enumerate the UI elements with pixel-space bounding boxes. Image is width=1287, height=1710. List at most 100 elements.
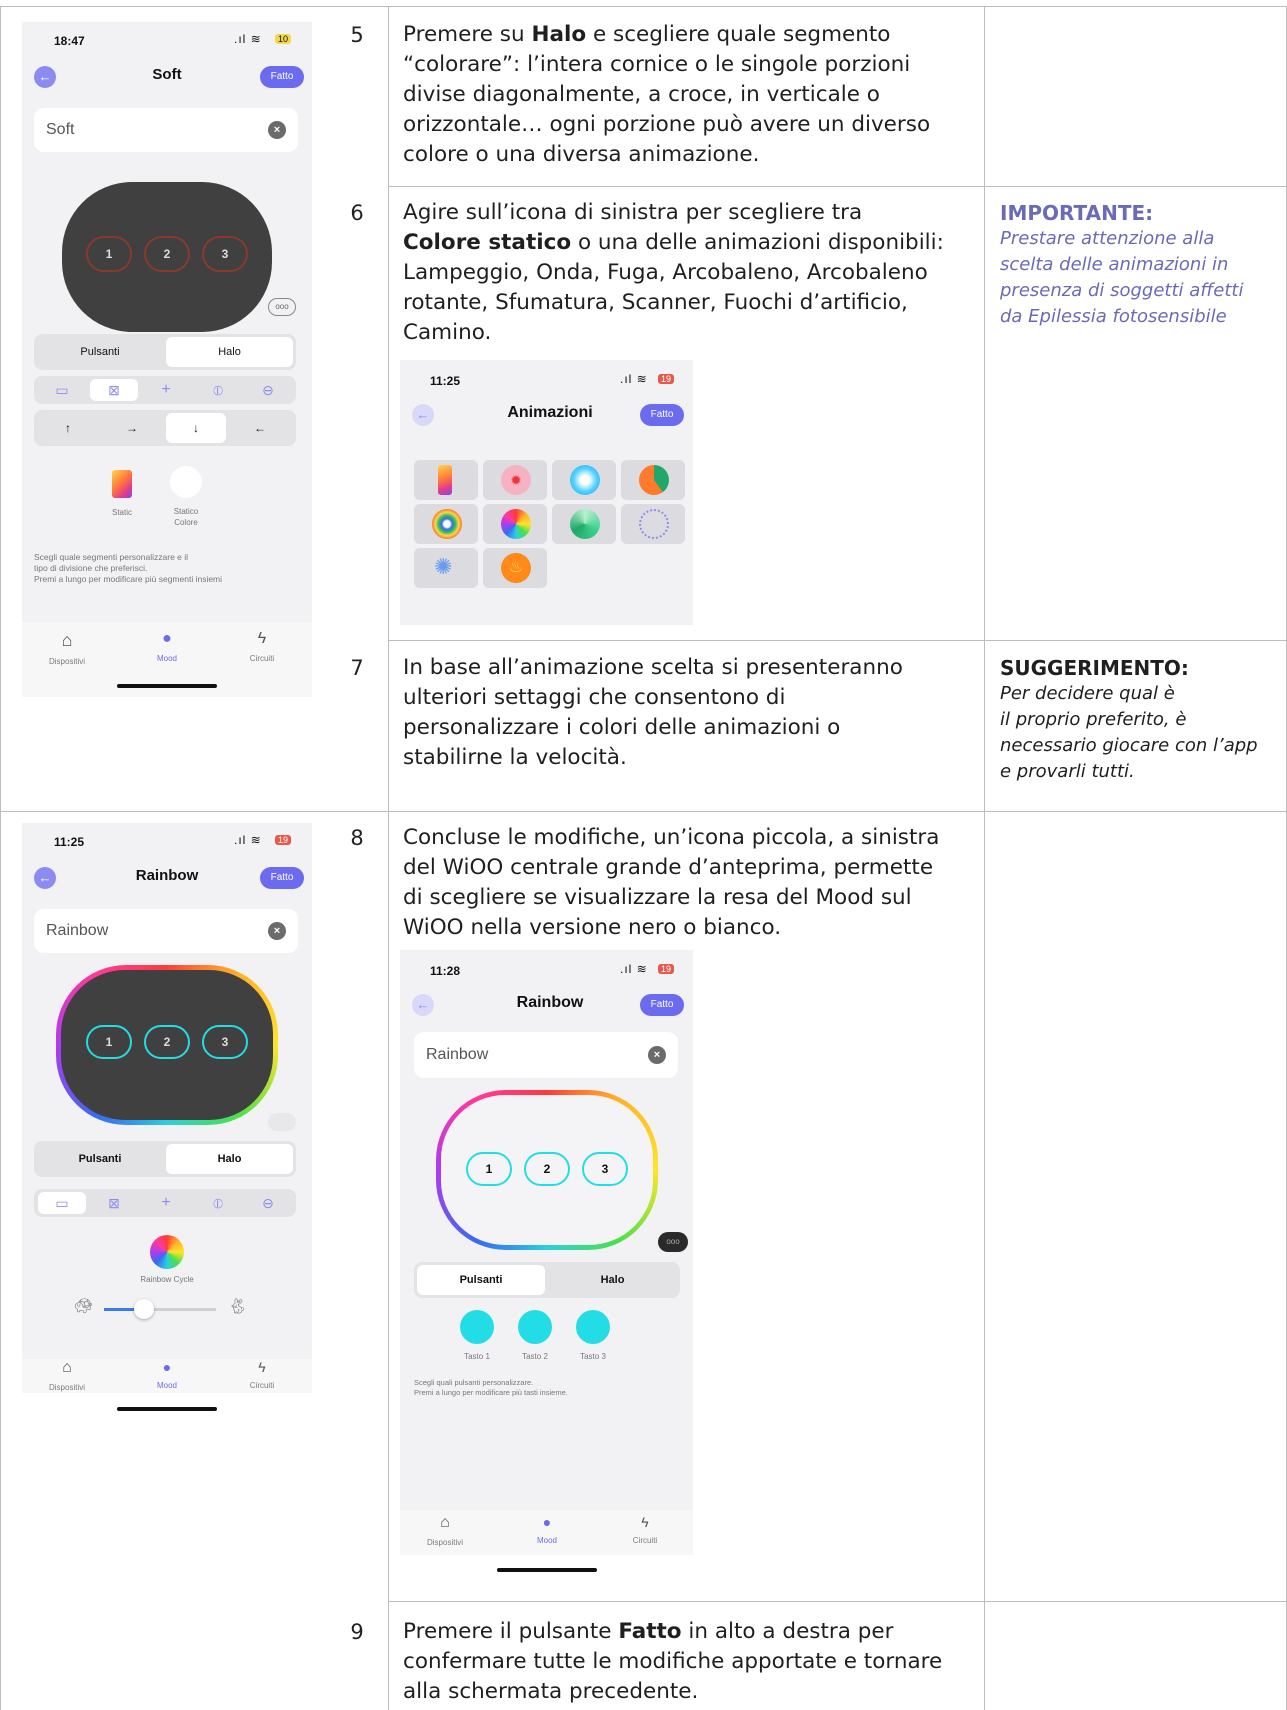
chase-icon: [639, 465, 669, 495]
tab-bar: ⌂ Dispositivi ● Mood ϟ Circuiti: [22, 622, 312, 697]
tab-halo[interactable]: Halo: [548, 1265, 677, 1295]
tab-mood[interactable]: ● Mood: [512, 1514, 582, 1548]
preview-toggle-icon[interactable]: ooo: [658, 1232, 688, 1252]
division-diagonal-icon[interactable]: ⊠: [90, 379, 138, 401]
division-vertical-icon[interactable]: ⦶: [194, 379, 242, 401]
device-button-3[interactable]: 3: [202, 1025, 248, 1059]
division-cross-icon[interactable]: +: [142, 1192, 190, 1214]
division-full-icon[interactable]: ▭: [38, 1192, 86, 1214]
step-number: 6: [350, 201, 364, 225]
device-button-1[interactable]: 1: [466, 1152, 512, 1186]
text-line: personalizzare i colori delle animazioni…: [403, 715, 841, 740]
fire-icon: ♨: [501, 553, 531, 583]
done-button[interactable]: Fatto: [640, 404, 684, 426]
preview-toggle-icon[interactable]: ooo: [268, 298, 296, 316]
arrow-up-icon[interactable]: ↑: [38, 413, 98, 443]
device-button-1[interactable]: 1: [86, 236, 132, 272]
division-horizontal-icon[interactable]: ⊖: [244, 379, 292, 401]
anim-scanner[interactable]: [621, 504, 685, 544]
tab-dispositivi[interactable]: ⌂ Dispositivi: [32, 1359, 102, 1393]
done-button[interactable]: Fatto: [260, 66, 304, 88]
tab-pulsanti[interactable]: Pulsanti: [37, 1144, 163, 1174]
anim-fuochi[interactable]: ✺: [414, 548, 478, 588]
anim-sfumatura[interactable]: [552, 504, 616, 544]
tab-dispositivi[interactable]: ⌂ Dispositivi: [32, 630, 102, 669]
anim-arcobaleno-rotante[interactable]: [483, 504, 547, 544]
rainbow-wheel-icon[interactable]: [150, 1235, 184, 1269]
note-title: SUGGERIMENTO:: [1000, 656, 1189, 680]
device-button-2[interactable]: 2: [144, 236, 190, 272]
clear-icon[interactable]: ×: [268, 121, 286, 139]
preview-toggle-icon[interactable]: [268, 1113, 296, 1131]
tab-halo[interactable]: Halo: [166, 1144, 293, 1174]
division-horizontal-icon[interactable]: ⊖: [244, 1192, 292, 1214]
tab-circuiti[interactable]: ϟ Circuiti: [610, 1514, 680, 1548]
static-palette-icon[interactable]: [112, 470, 132, 498]
done-button[interactable]: Fatto: [260, 867, 304, 889]
mood-name-field[interactable]: Rainbow ×: [414, 1032, 678, 1078]
back-button[interactable]: ←: [412, 994, 434, 1016]
tab-mood[interactable]: ● Mood: [132, 630, 202, 666]
tab-label: Dispositivi: [426, 1538, 463, 1547]
option-static-color-label: Statico Colore: [173, 507, 199, 527]
tab-circuiti[interactable]: ϟ Circuiti: [227, 630, 297, 666]
division-vertical-icon[interactable]: ⦶: [194, 1192, 242, 1214]
clear-icon[interactable]: ×: [268, 922, 286, 940]
anim-fuga[interactable]: [621, 460, 685, 500]
step-number: 9: [350, 1620, 364, 1644]
done-button[interactable]: Fatto: [640, 994, 684, 1016]
tab-dispositivi[interactable]: ⌂ Dispositivi: [410, 1514, 480, 1550]
tab-mood[interactable]: ● Mood: [132, 1359, 202, 1393]
tab-circuiti[interactable]: ϟ Circuiti: [227, 1359, 297, 1393]
static-color-swatch[interactable]: [170, 466, 202, 498]
status-time: 18:47: [54, 34, 85, 48]
mood-name-field[interactable]: Soft ×: [34, 108, 298, 152]
clear-icon[interactable]: ×: [648, 1046, 666, 1064]
key-2-color[interactable]: [518, 1310, 552, 1344]
division-diagonal-icon[interactable]: ⊠: [90, 1192, 138, 1214]
back-button[interactable]: ←: [412, 404, 434, 426]
arrow-down-icon[interactable]: ↓: [166, 413, 226, 443]
key-3-color[interactable]: [576, 1310, 610, 1344]
anim-onda[interactable]: [552, 460, 616, 500]
device-preview: 1 2 3: [436, 1090, 658, 1250]
tab-label: Circuiti: [249, 1381, 275, 1390]
palette-icon: ●: [162, 1359, 172, 1375]
tab-pulsanti[interactable]: Pulsanti: [37, 337, 163, 367]
device-button-3[interactable]: 3: [582, 1152, 628, 1186]
mood-name-value: Rainbow: [426, 1046, 489, 1063]
screen-title: Soft: [152, 66, 182, 83]
text-line: alla schermata precedente.: [403, 1679, 699, 1704]
anim-static[interactable]: [414, 460, 478, 500]
text-line: Premere il pulsante Fatto in alto a dest…: [403, 1619, 894, 1644]
step-text: In base all’animazione scelta si present…: [403, 653, 973, 773]
anim-arcobaleno[interactable]: [414, 504, 478, 544]
device-button-1[interactable]: 1: [86, 1025, 132, 1059]
text-line: di scegliere se visualizzare la resa del…: [403, 885, 912, 910]
arrow-left-icon[interactable]: ←: [230, 413, 290, 443]
tab-label: Dispositivi: [48, 657, 85, 666]
speed-slider[interactable]: [104, 1299, 216, 1319]
note-line: e provarli tutti.: [1000, 761, 1135, 782]
anim-lampeggio[interactable]: ✹: [483, 460, 547, 500]
palette-icon: ●: [162, 630, 172, 647]
device-button-2[interactable]: 2: [524, 1152, 570, 1186]
screenshot-rainbow-light: 11:28 .ıl ≋ 19 ← Rainbow Fatto Rainbow ×…: [400, 950, 693, 1555]
division-cross-icon[interactable]: +: [142, 379, 190, 401]
device-button-3[interactable]: 3: [202, 236, 248, 272]
tab-pulsanti[interactable]: Pulsanti: [417, 1265, 545, 1295]
back-button[interactable]: ←: [34, 867, 56, 889]
direction-selector: ↑ → ↓ ←: [34, 410, 296, 446]
status-time: 11:25: [54, 835, 85, 849]
division-full-icon[interactable]: ▭: [38, 379, 86, 401]
device-button-2[interactable]: 2: [144, 1025, 190, 1059]
home-indicator: [117, 684, 217, 688]
arrow-right-icon[interactable]: →: [102, 413, 162, 443]
key-1-color[interactable]: [460, 1310, 494, 1344]
mood-name-field[interactable]: Rainbow ×: [34, 909, 298, 953]
anim-camino[interactable]: ♨: [483, 548, 547, 588]
slider-thumb[interactable]: [134, 1299, 154, 1319]
device-preview: 1 2 3: [56, 965, 278, 1125]
back-button[interactable]: ←: [34, 66, 56, 88]
tab-halo[interactable]: Halo: [166, 337, 293, 367]
